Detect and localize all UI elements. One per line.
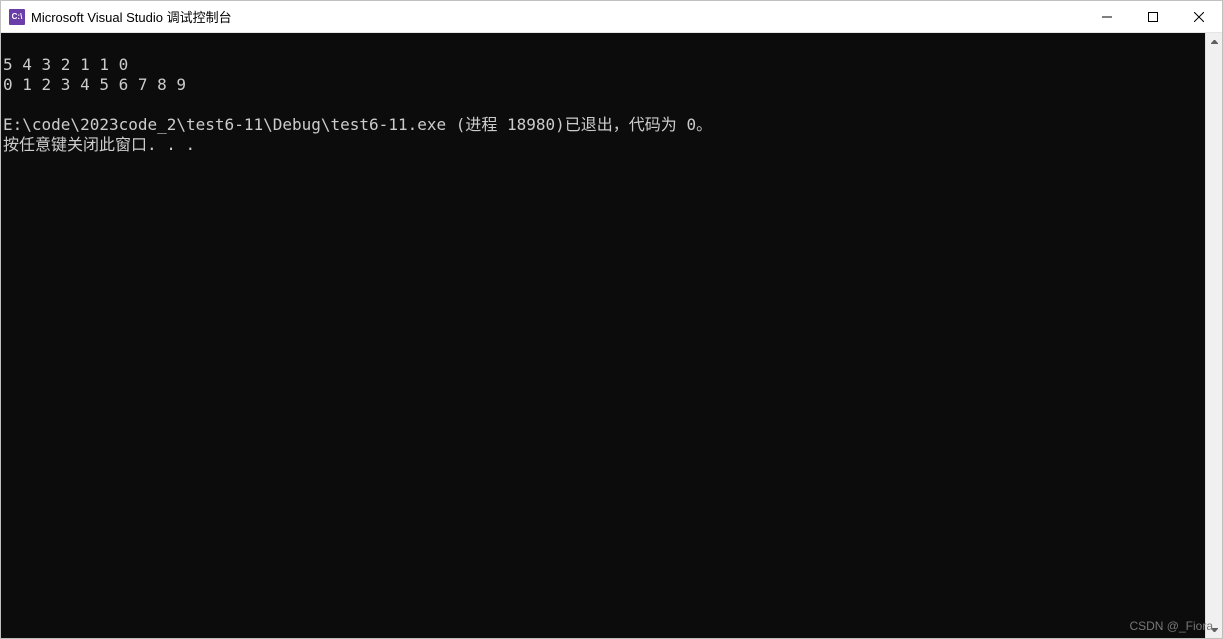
console-body: 5 4 3 2 1 1 0 0 1 2 3 4 5 6 7 8 9 E:\cod… <box>1 33 1222 638</box>
console-window: C:\ Microsoft Visual Studio 调试控制台 5 4 3 … <box>0 0 1223 639</box>
output-line: 按任意键关闭此窗口. . . <box>3 135 195 154</box>
watermark-text: CSDN @_Fiora <box>1129 619 1213 633</box>
output-line: 0 1 2 3 4 5 6 7 8 9 <box>3 75 186 94</box>
output-line: E:\code\2023code_2\test6-11\Debug\test6-… <box>3 115 712 134</box>
app-icon: C:\ <box>9 9 25 25</box>
output-line: 5 4 3 2 1 1 0 <box>3 55 128 74</box>
titlebar[interactable]: C:\ Microsoft Visual Studio 调试控制台 <box>1 1 1222 33</box>
window-title: Microsoft Visual Studio 调试控制台 <box>31 7 1084 26</box>
window-controls <box>1084 1 1222 32</box>
console-output[interactable]: 5 4 3 2 1 1 0 0 1 2 3 4 5 6 7 8 9 E:\cod… <box>1 33 1205 638</box>
scroll-up-arrow-icon[interactable] <box>1206 33 1222 50</box>
minimize-button[interactable] <box>1084 1 1130 32</box>
vertical-scrollbar[interactable] <box>1205 33 1222 638</box>
close-button[interactable] <box>1176 1 1222 32</box>
maximize-button[interactable] <box>1130 1 1176 32</box>
